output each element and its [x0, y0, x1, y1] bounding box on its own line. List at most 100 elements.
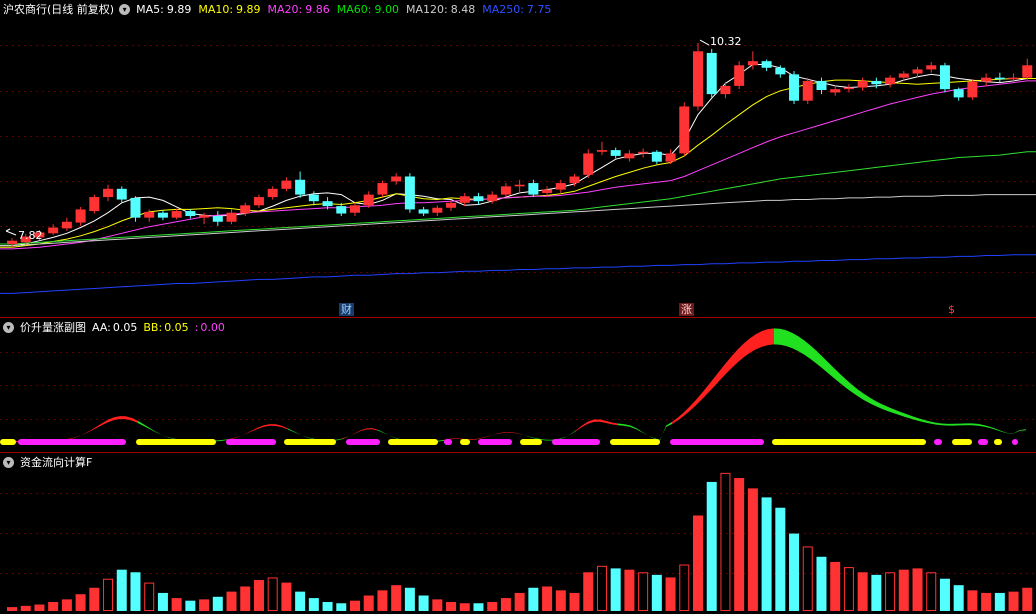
- flow-bar: [871, 574, 882, 611]
- flow-bar: [1008, 591, 1019, 612]
- candle: [926, 62, 937, 73]
- candle-body: [885, 77, 896, 85]
- candle-body: [418, 209, 429, 214]
- candle-body: [350, 205, 360, 213]
- indicator-chart[interactable]: [0, 318, 1036, 452]
- ma-value: 7.75: [526, 2, 552, 16]
- candle-body: [363, 194, 374, 206]
- candle-body: [336, 206, 347, 214]
- flow-bar: [116, 569, 127, 611]
- candle-body: [830, 89, 841, 93]
- flow-bar: [747, 488, 758, 611]
- flow-bar: [706, 481, 717, 612]
- flow-bar: [144, 582, 155, 612]
- price-panel[interactable]: 沪农商行(日线 前复权) ▾ MA5: 9.89 MA10: 9.89 MA20: 9.8…: [0, 0, 1036, 318]
- chevron-down-icon[interactable]: ▾: [3, 321, 14, 333]
- flow-bar: [391, 585, 402, 612]
- fund-flow-panel-header: ▾ 资金流向计算F: [0, 453, 98, 471]
- candle-body: [75, 209, 86, 223]
- candle-body: [322, 201, 333, 207]
- high-price-label: 10.32: [710, 35, 742, 48]
- signal-segment: [1012, 439, 1018, 445]
- signal-segment: [388, 439, 438, 445]
- signal-segment: [0, 439, 16, 445]
- candle: [473, 192, 484, 205]
- candle-body: [747, 61, 758, 66]
- candle: [130, 196, 141, 222]
- flow-bar: [418, 595, 429, 612]
- marker-rise[interactable]: 涨: [679, 303, 694, 316]
- candle: [789, 71, 800, 104]
- candle-body: [857, 80, 868, 88]
- candle-body: [569, 176, 580, 184]
- candle: [1022, 58, 1033, 81]
- flow-bar: [295, 591, 306, 612]
- flow-bar: [48, 601, 59, 612]
- candle-body: [994, 77, 1005, 80]
- flow-bar: [830, 561, 841, 612]
- indicator-panel[interactable]: ▾ 价升量涨副图 AA: 0.05 BB: 0.05 : 0.00: [0, 318, 1036, 453]
- flow-bar: [693, 515, 703, 612]
- signal-segment: [772, 439, 926, 445]
- signal-segment: [460, 439, 470, 445]
- candle-body: [953, 89, 964, 98]
- ma-legend-item: MA250: 7.75: [482, 3, 551, 16]
- indicator-band: [576, 419, 618, 431]
- candle: [761, 59, 772, 72]
- ma-line-ma120: [0, 194, 1036, 247]
- candle-body: [542, 189, 553, 193]
- ma-value: 9.89: [236, 2, 261, 16]
- flow-bar: [912, 568, 923, 611]
- bb-label: BB:: [143, 320, 163, 334]
- marker-finance[interactable]: 财: [339, 303, 354, 316]
- flow-bar: [802, 546, 813, 611]
- high-pointer: [699, 39, 710, 46]
- candle-body: [583, 153, 594, 175]
- signal-segment: [478, 439, 512, 445]
- flow-bar: [103, 578, 114, 611]
- fund-flow-panel[interactable]: ▾ 资金流向计算F: [0, 453, 1036, 613]
- chevron-down-icon[interactable]: ▾: [3, 456, 14, 468]
- ma-legend-item: MA120: 8.48: [406, 3, 475, 16]
- candle-body: [651, 151, 662, 162]
- price-chart[interactable]: 10.32 7.82: [0, 0, 1036, 317]
- candle: [802, 77, 813, 104]
- candle-body: [693, 51, 703, 107]
- flow-bar: [185, 600, 196, 612]
- marker-dollar[interactable]: $: [946, 303, 957, 316]
- candle-body: [1008, 77, 1019, 80]
- candle-body: [528, 183, 539, 195]
- flow-bar: [253, 580, 264, 611]
- ma-label: MA250:: [482, 2, 524, 16]
- candle: [885, 75, 896, 88]
- candle-body: [706, 52, 717, 95]
- candle-body: [199, 215, 210, 218]
- flow-bar: [816, 556, 827, 611]
- candle-body: [898, 73, 909, 78]
- signal-segment: [934, 439, 942, 445]
- candle-body: [981, 77, 992, 82]
- candle-body: [816, 80, 827, 90]
- candle: [857, 77, 868, 91]
- flow-bar: [638, 572, 649, 611]
- indicator-title: 价升量涨副图: [20, 321, 86, 334]
- signal-segment: [978, 439, 988, 445]
- flow-bar: [487, 601, 498, 612]
- candle-body: [967, 81, 978, 98]
- chevron-down-icon[interactable]: ▾: [119, 3, 131, 15]
- candle-body: [912, 69, 923, 74]
- candle-body: [514, 184, 525, 187]
- candle: [679, 102, 690, 156]
- fund-flow-chart[interactable]: [0, 453, 1036, 613]
- signal-segment: [136, 439, 216, 445]
- signal-segment: [670, 439, 764, 445]
- candle: [363, 191, 374, 208]
- flow-bar: [226, 591, 237, 612]
- candle: [391, 173, 402, 185]
- candle: [734, 61, 745, 90]
- candle: [706, 48, 717, 98]
- candle-body: [802, 80, 813, 101]
- ma-value: 8.48: [450, 2, 476, 16]
- candle-body: [720, 85, 731, 95]
- flow-bar: [761, 497, 772, 611]
